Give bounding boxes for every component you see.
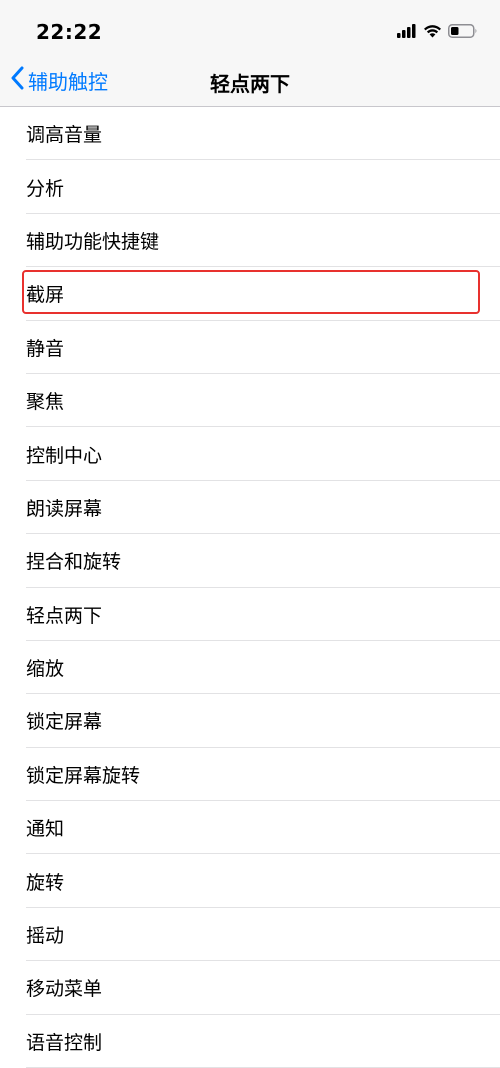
signal-icon [397, 23, 417, 42]
list-item-zoom[interactable]: 缩放 [0, 641, 500, 695]
list-item-shake[interactable]: 摇动 [0, 908, 500, 962]
list-item-label: 通知 [26, 818, 65, 841]
list-item-label: 锁定屏幕 [26, 711, 103, 734]
list-item-control-center[interactable]: 控制中心 [0, 427, 500, 482]
list-item-move-menu[interactable]: 移动菜单 [0, 961, 500, 1016]
list-item-label: 捏合和旋转 [26, 551, 122, 574]
action-list: 调高音量 分析 辅助功能快捷键 截屏 静音 聚焦 控制中心 朗读屏幕 捏合和旋转… [0, 107, 500, 1068]
list-item-screenshot[interactable]: 截屏 [0, 267, 500, 321]
list-item-label: 分析 [26, 177, 65, 200]
list-item-speak-screen[interactable]: 朗读屏幕 [0, 481, 500, 535]
list-item-notifications[interactable]: 通知 [0, 801, 500, 855]
list-item-voice-control[interactable]: 语音控制 [0, 1015, 500, 1068]
list-item-label: 朗读屏幕 [26, 497, 103, 520]
wifi-icon [423, 23, 442, 42]
status-bar: 22:22 [0, 0, 500, 56]
status-icons [397, 22, 478, 42]
page-title: 轻点两下 [210, 72, 290, 96]
list-item-pinch-and-rotate[interactable]: 捏合和旋转 [0, 534, 500, 588]
list-item-label: 调高音量 [26, 124, 103, 147]
list-item-label: 聚焦 [26, 391, 65, 414]
list-item-volume-up[interactable]: 调高音量 [0, 107, 500, 161]
battery-icon [448, 23, 478, 42]
list-item-rotate[interactable]: 旋转 [0, 854, 500, 909]
list-item-label: 语音控制 [26, 1031, 103, 1054]
status-time: 22:22 [36, 20, 103, 44]
list-item-label: 控制中心 [26, 444, 103, 467]
list-item-lock-screen[interactable]: 锁定屏幕 [0, 694, 500, 749]
list-item-analytics[interactable]: 分析 [0, 160, 500, 215]
list-item-accessibility-shortcut[interactable]: 辅助功能快捷键 [0, 214, 500, 268]
list-item-label: 摇动 [26, 925, 65, 948]
list-item-spotlight[interactable]: 聚焦 [0, 374, 500, 428]
list-item-label: 轻点两下 [26, 604, 103, 627]
highlight-box [22, 270, 480, 315]
list-item-label: 静音 [26, 337, 65, 360]
navigation-bar: 辅助触控 轻点两下 [0, 56, 500, 107]
list-item-lock-rotation[interactable]: 锁定屏幕旋转 [0, 748, 500, 802]
list-item-label: 移动菜单 [26, 978, 103, 1001]
list-item-label: 缩放 [26, 658, 65, 681]
list-item-double-tap[interactable]: 轻点两下 [0, 588, 500, 642]
list-item-label: 辅助功能快捷键 [26, 230, 160, 253]
list-item-label: 锁定屏幕旋转 [26, 764, 141, 787]
list-item-label: 旋转 [26, 871, 65, 894]
list-item-mute[interactable]: 静音 [0, 321, 500, 375]
